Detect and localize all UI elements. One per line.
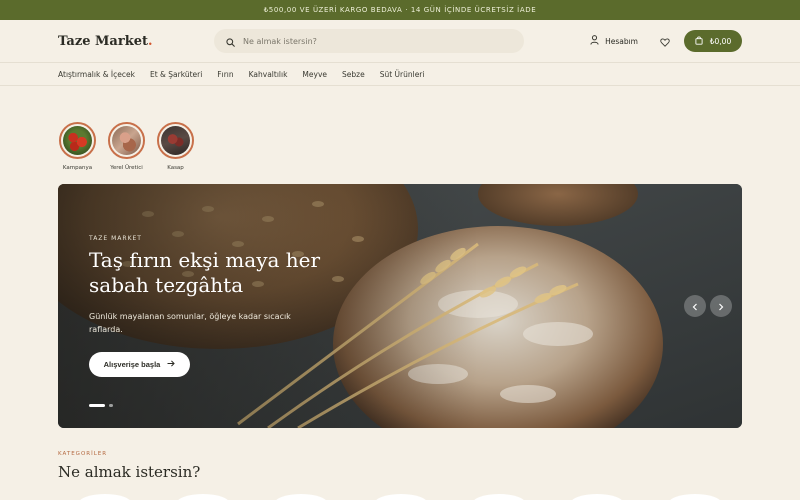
story-label: Kasap xyxy=(167,165,184,171)
category-card[interactable] xyxy=(570,494,624,500)
slide-indicators xyxy=(89,404,113,407)
logo-dot: . xyxy=(147,33,153,49)
heart-icon[interactable] xyxy=(660,32,670,51)
cart-total: ₺0,00 xyxy=(709,36,732,46)
account-link[interactable]: Hesabım xyxy=(590,35,638,47)
search-bar[interactable] xyxy=(214,29,524,53)
shop-now-button[interactable]: Alışverişe başla xyxy=(89,352,190,377)
bag-icon xyxy=(695,35,703,47)
story-kampanya[interactable]: Kampanya xyxy=(59,122,96,171)
category-card[interactable] xyxy=(274,494,328,500)
cta-label: Alışverişe başla xyxy=(103,360,161,369)
site-header: Taze Market. Hesabım ₺0,00 xyxy=(0,20,800,62)
hero-overlay xyxy=(58,184,478,428)
story-strip: Kampanya Yerel Üretici Kasap xyxy=(0,122,800,171)
search-input[interactable] xyxy=(243,36,483,46)
hero-eyebrow: TAZE MARKET xyxy=(89,235,142,242)
slide-dot-active[interactable] xyxy=(89,404,105,407)
nav-item[interactable]: Meyve xyxy=(302,70,327,79)
search-icon xyxy=(226,32,235,51)
hero-title: Taş fırın ekşi maya her sabah tezgâhta xyxy=(89,248,321,297)
category-card[interactable] xyxy=(176,494,230,500)
nav-item[interactable]: Süt Ürünleri xyxy=(380,70,425,79)
butcher-thumb xyxy=(161,126,190,155)
hero-banner: TAZE MARKET Taş fırın ekşi maya her saba… xyxy=(58,184,742,428)
category-nav: Atıştırmalık & İçecek Et & Şarküteri Fır… xyxy=(0,62,800,86)
category-card[interactable] xyxy=(668,494,722,500)
chevron-left-icon xyxy=(692,299,698,314)
prev-slide-button[interactable] xyxy=(684,295,706,317)
logo[interactable]: Taze Market. xyxy=(58,34,214,49)
nav-item[interactable]: Sebze xyxy=(342,70,365,79)
tomatoes-thumb xyxy=(63,126,92,155)
nav-item[interactable]: Kahvaltılık xyxy=(249,70,288,79)
slide-dot[interactable] xyxy=(109,404,113,407)
announcement-text: ₺500,00 VE ÜZERİ KARGO BEDAVA · 14 GÜN İ… xyxy=(263,6,537,14)
user-icon xyxy=(590,35,599,47)
arrow-right-icon xyxy=(167,360,176,369)
logo-text: Taze Market xyxy=(58,33,148,49)
next-slide-button[interactable] xyxy=(710,295,732,317)
story-label: Kampanya xyxy=(62,165,93,171)
announcement-bar: ₺500,00 VE ÜZERİ KARGO BEDAVA · 14 GÜN İ… xyxy=(0,0,800,20)
hero-subtitle: Günlük mayalanan somunlar, öğleye kadar … xyxy=(89,312,291,334)
story-ring xyxy=(59,122,96,159)
chevron-right-icon xyxy=(718,299,724,314)
categories-eyebrow: KATEGORİLER xyxy=(58,451,108,457)
story-ring xyxy=(157,122,194,159)
category-card[interactable] xyxy=(78,494,132,500)
category-card[interactable] xyxy=(472,494,526,500)
nav-item[interactable]: Fırın xyxy=(217,70,233,79)
producer-thumb xyxy=(112,126,141,155)
nav-item[interactable]: Atıştırmalık & İçecek xyxy=(58,70,135,79)
story-label: Yerel Üretici xyxy=(110,165,143,171)
story-kasap[interactable]: Kasap xyxy=(157,122,194,171)
category-card[interactable] xyxy=(374,494,428,500)
story-ring xyxy=(108,122,145,159)
cart-button[interactable]: ₺0,00 xyxy=(684,30,742,52)
categories-title: Ne almak istersin? xyxy=(58,463,201,481)
story-yerel-uretici[interactable]: Yerel Üretici xyxy=(108,122,145,171)
nav-item[interactable]: Et & Şarküteri xyxy=(150,70,202,79)
account-label: Hesabım xyxy=(605,36,638,46)
